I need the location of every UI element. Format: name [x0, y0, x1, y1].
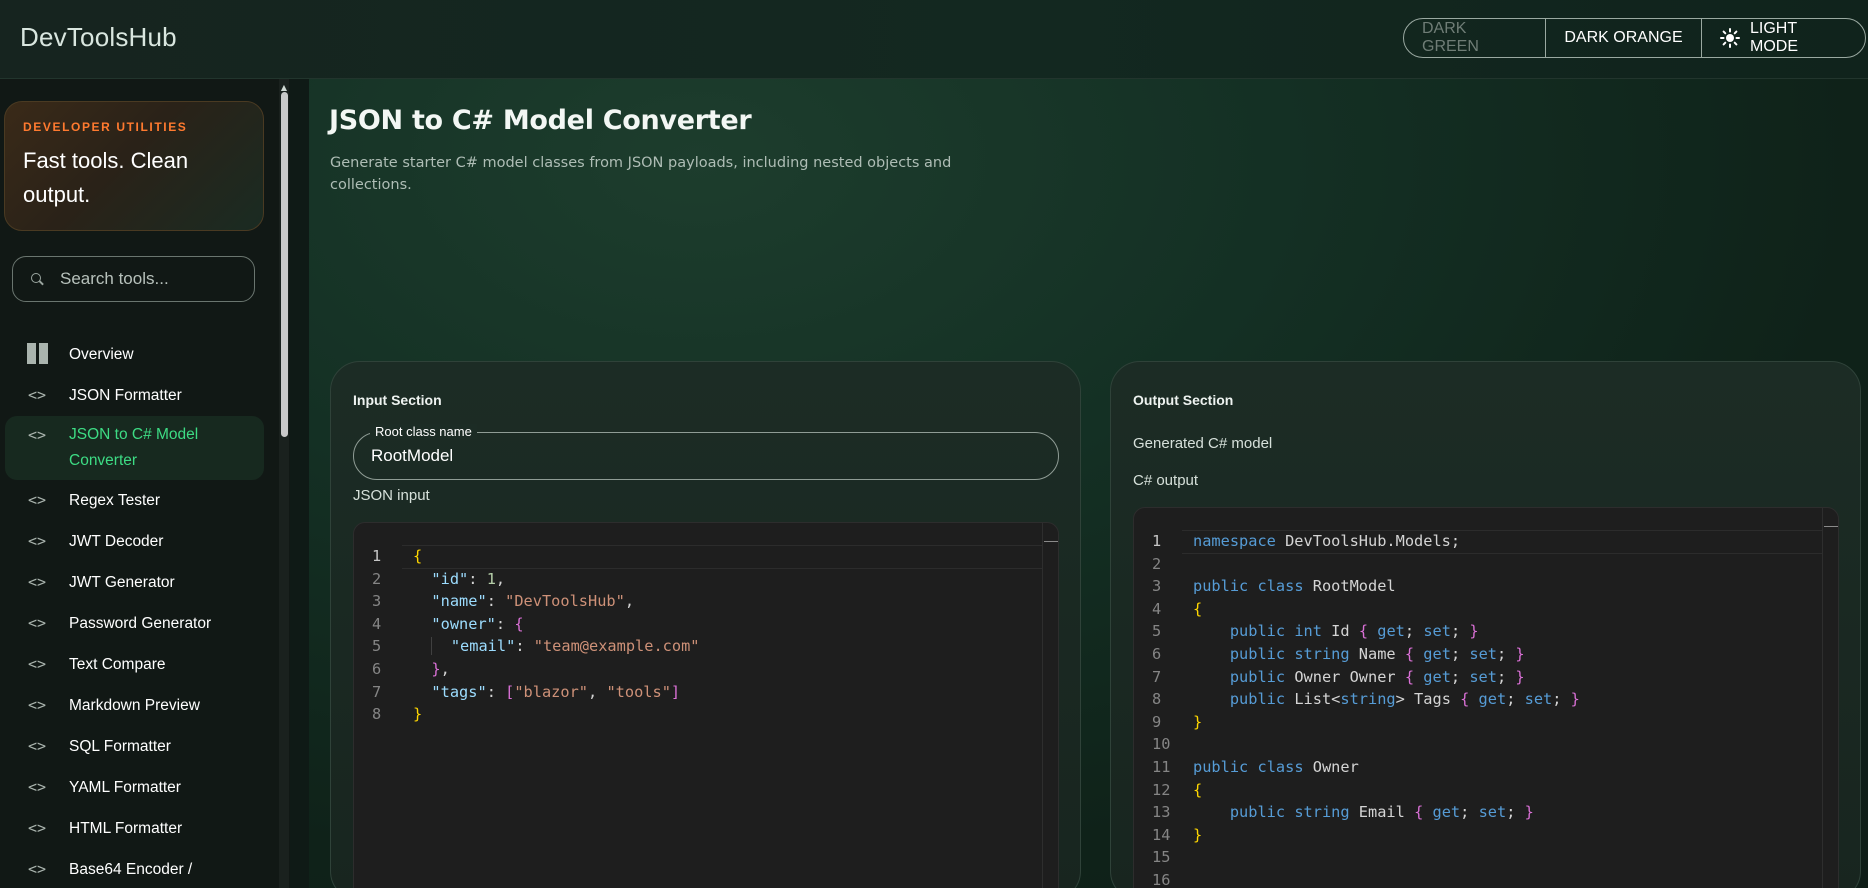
- output-section-card: Output Section Generated C# model C# out…: [1110, 361, 1861, 888]
- search-icon: [31, 272, 44, 286]
- app-title[interactable]: DevToolsHub: [20, 22, 177, 53]
- theme-dark-green-label: DARK GREEN: [1422, 20, 1479, 55]
- sun-icon: [1720, 28, 1740, 48]
- theme-dark-orange-button[interactable]: DARK ORANGE: [1546, 19, 1702, 57]
- json-editor-scrollbar[interactable]: [1042, 523, 1058, 888]
- code-icon: <>: [27, 386, 47, 404]
- output-section-title: Output Section: [1133, 392, 1234, 408]
- code-icon: <>: [27, 573, 47, 591]
- json-input-label: JSON input: [353, 487, 430, 504]
- code-icon: <>: [27, 860, 47, 878]
- sidebar-item-label: Overview: [69, 346, 134, 363]
- sidebar-item-label: HTML Formatter: [69, 820, 183, 837]
- promo-card: DEVELOPER UTILITIES Fast tools. Clean ou…: [4, 101, 264, 231]
- sidebar-item-regex-tester[interactable]: <> Regex Tester: [5, 480, 264, 521]
- sidebar-item-text-compare[interactable]: <> Text Compare: [5, 644, 264, 685]
- sidebar-item-yaml-formatter[interactable]: <> YAML Formatter: [5, 767, 264, 808]
- sidebar-item-base64[interactable]: <> Base64 Encoder /: [5, 849, 264, 888]
- theme-switcher: DARK GREEN DARK ORANGE LIGHT MODE: [1403, 18, 1866, 58]
- code-icon: <>: [27, 614, 47, 632]
- promo-text: Fast tools. Clean output.: [23, 148, 189, 207]
- sidebar-item-label: Text Compare: [69, 656, 166, 673]
- code-icon: <>: [27, 532, 47, 550]
- promo-kicker: DEVELOPER UTILITIES: [23, 120, 188, 134]
- code-icon: <>: [27, 696, 47, 714]
- code-icon: <>: [27, 426, 47, 444]
- sidebar-item-password-generator[interactable]: <> Password Generator: [5, 603, 264, 644]
- sidebar-item-json-to-csharp[interactable]: <> JSON to C# Model Converter: [5, 416, 264, 480]
- sidebar-item-markdown-preview[interactable]: <> Markdown Preview: [5, 685, 264, 726]
- json-input-editor[interactable]: 1{ 2 "id": 1, 3 "name": "DevToolsHub", 4…: [353, 522, 1059, 888]
- scroll-thumb[interactable]: [281, 92, 288, 437]
- root-class-field[interactable]: Root class name: [353, 424, 1059, 480]
- sidebar-scrollbar[interactable]: ▲: [279, 79, 289, 888]
- search-input[interactable]: [60, 269, 240, 289]
- sidebar-item-json-formatter[interactable]: <> JSON Formatter: [5, 375, 264, 416]
- csharp-output-label: C# output: [1133, 472, 1199, 489]
- sidebar-item-label: JWT Generator: [69, 574, 175, 591]
- code-icon: <>: [27, 737, 47, 755]
- page-title: JSON to C# Model Converter: [329, 105, 752, 136]
- root-class-input[interactable]: [371, 446, 1031, 466]
- sidebar-item-label: JSON Formatter: [69, 387, 182, 404]
- sidebar-item-label: JSON to C# Model Converter: [69, 426, 199, 469]
- main-content: JSON to C# Model Converter Generate star…: [309, 79, 1868, 888]
- csharp-output-editor[interactable]: 1 namespace DevToolsHub.Models; 2 3 public…: [1133, 507, 1839, 888]
- input-section-title: Input Section: [353, 392, 442, 408]
- scroll-up-arrow-icon[interactable]: ▲: [279, 83, 289, 92]
- root-class-label: Root class name: [370, 424, 477, 439]
- code-icon: <>: [27, 778, 47, 796]
- sidebar-item-label: YAML Formatter: [69, 779, 181, 796]
- theme-dark-orange-label: DARK ORANGE: [1564, 29, 1683, 46]
- sidebar-item-label: JWT Decoder: [69, 533, 164, 550]
- search-box[interactable]: [12, 256, 255, 302]
- theme-light-mode-button[interactable]: LIGHT MODE: [1702, 19, 1865, 57]
- generated-model-label: Generated C# model: [1133, 435, 1273, 452]
- sidebar-item-jwt-generator[interactable]: <> JWT Generator: [5, 562, 264, 603]
- sidebar: DEVELOPER UTILITIES Fast tools. Clean ou…: [0, 79, 290, 888]
- csharp-editor-scrollbar[interactable]: [1822, 508, 1838, 888]
- sidebar-item-jwt-decoder[interactable]: <> JWT Decoder: [5, 521, 264, 562]
- sidebar-nav: Overview <> JSON Formatter <> JSON to C#…: [0, 334, 270, 888]
- sidebar-item-html-formatter[interactable]: <> HTML Formatter: [5, 808, 264, 849]
- code-icon: <>: [27, 819, 47, 837]
- sidebar-item-label: Regex Tester: [69, 492, 161, 509]
- page-description: Generate starter C# model classes from J…: [330, 155, 952, 193]
- input-section-card: Input Section Root class name JSON input…: [330, 361, 1081, 888]
- sidebar-item-label: Base64 Encoder /: [69, 861, 193, 878]
- dashboard-icon: [23, 334, 51, 375]
- sidebar-item-label: Markdown Preview: [69, 697, 200, 714]
- theme-light-mode-label: LIGHT MODE: [1750, 20, 1798, 55]
- sidebar-item-overview[interactable]: Overview: [5, 334, 264, 375]
- sidebar-item-sql-formatter[interactable]: <> SQL Formatter: [5, 726, 264, 767]
- sidebar-item-label: SQL Formatter: [69, 738, 171, 755]
- code-icon: <>: [27, 491, 47, 509]
- theme-dark-green-button[interactable]: DARK GREEN: [1404, 19, 1546, 57]
- code-icon: <>: [27, 655, 47, 673]
- top-bar: DevToolsHub DARK GREEN DARK ORANGE LIGHT…: [0, 0, 1868, 79]
- sidebar-item-label: Password Generator: [69, 615, 212, 632]
